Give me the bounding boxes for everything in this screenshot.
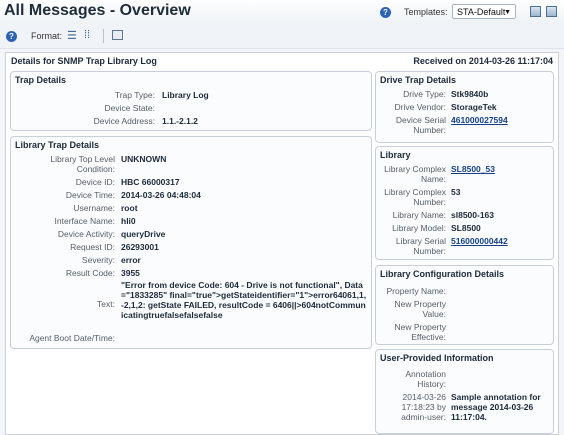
property-name-label: Property Name: [386, 286, 446, 296]
activity-value: queryDrive [121, 229, 166, 239]
panel-title: Library Configuration Details [380, 269, 505, 279]
library-trap-panel: Library Trap Details Library Top Level C… [10, 136, 372, 349]
toolbar: ? Format: ☰ ⁞⁞ [0, 24, 564, 49]
trap-details-panel: Trap Details Trap Type: Library Log Devi… [10, 71, 372, 131]
boot-time-label: Agent Boot Date/Time: [29, 333, 115, 343]
complex-name-link[interactable]: SL8500_53 [451, 164, 551, 174]
device-serial-label: Device Serial Number: [395, 115, 446, 135]
annotation-text: Sample annotation for message 2014-03-26… [451, 392, 541, 422]
drive-trap-panel: Drive Trap Details Drive Type: Stk9840b … [375, 71, 554, 143]
chevron-down-icon: ▼ [504, 9, 511, 16]
help-icon[interactable]: ? [6, 31, 17, 42]
annotation-history-label: Annotation History: [405, 369, 446, 389]
property-effective-label: New Property Effective: [394, 322, 447, 342]
drive-type-value: Stk9840b [451, 89, 489, 99]
device-id-label: Device ID: [75, 177, 115, 187]
device-state-label: Device State: [104, 103, 155, 113]
device-time-label: Device Time: [65, 190, 115, 200]
trap-type-value: Library Log [162, 90, 209, 100]
library-name-label: Library Name: [392, 210, 446, 220]
severity-label: Severity: [81, 255, 115, 265]
trap-type-label: Trap Type: [114, 90, 155, 100]
request-id-value: 26293001 [121, 242, 159, 252]
title-bar: All Messages - Overview ? Templates: STA… [0, 0, 564, 25]
columns-format-icon[interactable]: ⁞⁞ [84, 29, 90, 41]
format-label: Format: [31, 31, 63, 41]
complex-number-label: Library Complex Number: [384, 187, 446, 207]
details-header: Details for SNMP Trap Library Log Receiv… [6, 53, 558, 68]
result-code-label: Result Code: [65, 268, 115, 278]
user-info-panel: User-Provided Information Annotation His… [375, 349, 554, 434]
annotation-meta: 2014-03-26 17:18:23 by admin-user: [401, 392, 446, 422]
complex-name-label: Library Complex Name: [384, 164, 446, 184]
device-time-value: 2014-03-26 04:48:04 [121, 190, 201, 200]
library-panel: Library Library Complex Name: SL8500_53 … [375, 146, 554, 260]
device-address-label: Device Address: [93, 116, 155, 126]
toolbar-separator [103, 29, 104, 43]
text-value: "Error from device Code: 604 - Drive is … [121, 280, 367, 320]
severity-value: error [121, 255, 141, 265]
print-icon[interactable] [112, 30, 123, 40]
request-id-label: Request ID: [70, 242, 115, 252]
panel-title: User-Provided Information [380, 353, 494, 363]
username-value: root [121, 203, 138, 213]
templates-value: STA-Default [457, 7, 506, 17]
message-details: Details for SNMP Trap Library Log Receiv… [5, 52, 559, 435]
panel-title: Library Trap Details [15, 140, 100, 150]
manage-templates-icon[interactable] [546, 6, 557, 17]
library-model-value: SL8500 [451, 223, 481, 233]
save-template-icon[interactable] [530, 6, 541, 17]
device-serial-link[interactable]: 461000027594 [451, 115, 551, 125]
library-name-value: sl8500-163 [451, 210, 495, 220]
top-level-value: UNKNOWN [121, 154, 167, 164]
templates-label: Templates: [404, 7, 448, 17]
activity-label: Device Activity: [57, 229, 115, 239]
library-serial-link[interactable]: 516000000442 [451, 236, 551, 246]
library-model-label: Library Model: [392, 223, 446, 233]
drive-vendor-value: StorageTek [451, 102, 497, 112]
username-label: Username: [73, 203, 115, 213]
complex-number-value: 53 [451, 187, 461, 197]
property-value-label: New Property Value: [394, 299, 447, 319]
details-title: Details for SNMP Trap Library Log [11, 56, 157, 66]
device-address-value: 1.1.-2.1.2 [162, 116, 198, 126]
top-level-label: Library Top Level Condition: [50, 154, 115, 174]
interface-label: Interface Name: [54, 216, 115, 226]
interface-value: hli0 [121, 216, 136, 226]
page-title: All Messages - Overview [4, 2, 191, 19]
received-time: Received on 2014-03-26 11:17:04 [413, 56, 553, 66]
device-id-value: HBC 66000317 [121, 177, 180, 187]
list-format-icon[interactable]: ☰ [67, 29, 77, 42]
panel-title: Trap Details [15, 75, 67, 85]
result-code-value: 3955 [121, 268, 140, 278]
panel-title: Drive Trap Details [380, 75, 457, 85]
help-icon[interactable]: ? [380, 7, 391, 18]
drive-type-label: Drive Type: [403, 89, 446, 99]
drive-vendor-label: Drive Vendor: [394, 102, 447, 112]
text-label: Text: [97, 299, 115, 309]
config-panel: Library Configuration Details Property N… [375, 265, 554, 345]
panel-title: Library [380, 150, 411, 160]
templates-select[interactable]: STA-Default ▼ [452, 4, 516, 19]
library-serial-label: Library Serial Number: [395, 236, 446, 256]
